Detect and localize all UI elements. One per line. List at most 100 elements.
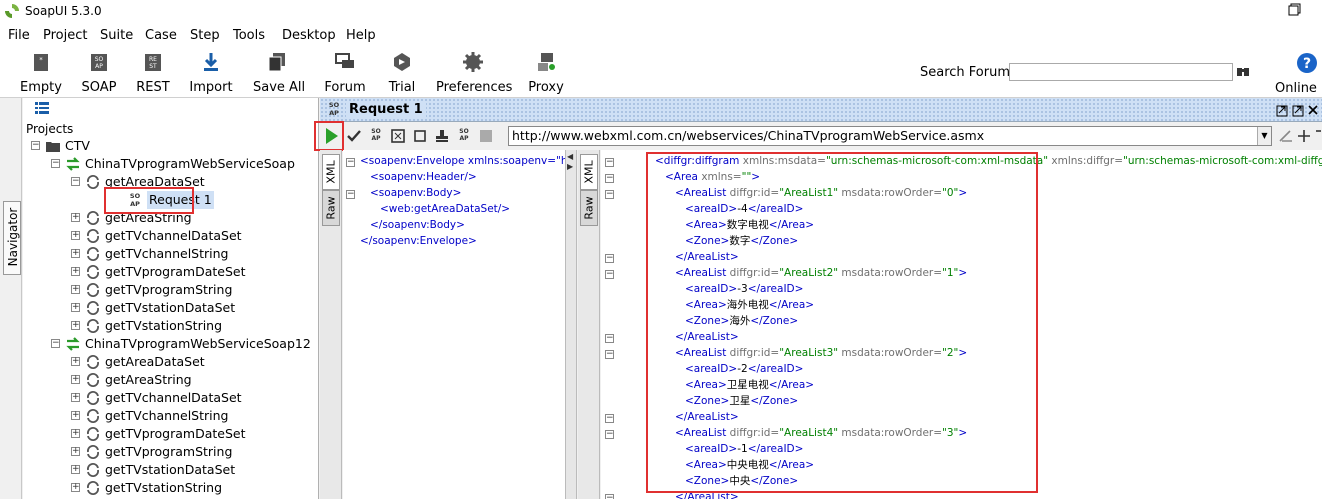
expand-icon[interactable]: + <box>71 321 80 330</box>
edit-endpoint-icon[interactable] <box>1278 128 1294 144</box>
endpoint-url-select[interactable]: http://www.webxml.com.cn/webservices/Chi… <box>508 126 1272 146</box>
online-help-button[interactable]: ? Online Help <box>1272 49 1322 95</box>
response-xml-editor[interactable]: − − − − − − − − − − <diffgr:diffgram xml… <box>601 150 1322 499</box>
menu-tools[interactable]: Tools <box>233 28 265 43</box>
chevron-left-icon[interactable]: ◀ <box>567 152 573 161</box>
tree-operation[interactable]: + getAreaDataSet <box>71 353 271 371</box>
tree-operation[interactable]: + getTVprogramString <box>71 443 271 461</box>
operation-icon <box>87 427 99 441</box>
fold-icon[interactable]: − <box>605 414 614 423</box>
stop-outline-icon[interactable] <box>412 128 428 144</box>
fold-icon[interactable]: − <box>605 494 614 499</box>
stamp-icon[interactable] <box>434 128 450 144</box>
forum-button[interactable]: Forum <box>323 49 367 95</box>
stop-icon[interactable] <box>478 128 494 144</box>
save-all-button[interactable]: Save All <box>253 49 305 95</box>
fold-icon[interactable]: − <box>605 350 614 359</box>
empty-project-button[interactable]: * Empty <box>20 49 62 95</box>
tree-operation[interactable]: + getAreaString <box>71 371 271 389</box>
window-controls-icon[interactable] <box>1275 102 1319 118</box>
tree-interface-soap[interactable]: − ChinaTVprogramWebServiceSoap <box>51 155 316 173</box>
rest-project-button[interactable]: RE ST REST <box>133 49 173 95</box>
import-button[interactable]: Import <box>188 49 234 95</box>
menu-help[interactable]: Help <box>346 28 376 43</box>
delete-icon[interactable] <box>1314 128 1322 144</box>
restore-window-icon[interactable] <box>1288 3 1302 17</box>
tree-operation[interactable]: + getTVprogramDateSet <box>71 263 271 281</box>
add-icon[interactable] <box>1296 128 1312 144</box>
expand-icon[interactable]: + <box>71 267 80 276</box>
tree-operation[interactable]: + getTVprogramDateSet <box>71 425 271 443</box>
fold-icon[interactable]: − <box>605 174 614 183</box>
expand-icon[interactable]: + <box>71 303 80 312</box>
validate-icon[interactable] <box>346 128 362 144</box>
response-raw-tab[interactable]: Raw <box>580 190 598 226</box>
chevron-down-icon[interactable]: ▼ <box>1257 127 1271 145</box>
fold-icon[interactable]: − <box>605 158 614 167</box>
request-xml-editor[interactable]: − − <soapenv:Envelope xmlns:soapenv="ht … <box>343 150 565 499</box>
tree-operation[interactable]: + getAreaString <box>71 209 271 227</box>
expand-icon[interactable]: + <box>71 213 80 222</box>
run-request-icon[interactable] <box>320 122 342 150</box>
fold-icon[interactable]: − <box>605 190 614 199</box>
tree-operation[interactable]: + getTVprogramString <box>71 281 271 299</box>
expand-icon[interactable]: + <box>71 483 80 492</box>
expand-icon[interactable]: + <box>71 447 80 456</box>
request-raw-tab[interactable]: Raw <box>322 190 340 226</box>
tree-operation[interactable]: − getAreaDataSet <box>71 173 271 191</box>
list-view-icon[interactable] <box>35 102 49 114</box>
fold-icon[interactable]: − <box>346 158 355 167</box>
tree-operation[interactable]: + getTVstationString <box>71 479 271 497</box>
tree-operation[interactable]: + getTVchannelDataSet <box>71 389 271 407</box>
projects-root[interactable]: Projects <box>26 122 73 136</box>
fold-icon[interactable]: − <box>605 254 614 263</box>
expand-icon[interactable]: + <box>71 357 80 366</box>
fold-icon[interactable]: − <box>605 270 614 279</box>
expand-icon[interactable]: + <box>71 393 80 402</box>
search-binoculars-icon[interactable] <box>1236 64 1250 78</box>
tree-operation[interactable]: + getTVstationString <box>71 317 271 335</box>
preferences-button[interactable]: Preferences <box>436 49 512 95</box>
expand-icon[interactable]: + <box>71 375 80 384</box>
soap-icon[interactable]: SO AP <box>368 128 384 144</box>
tree-operation[interactable]: + getTVstationDataSet <box>71 299 271 317</box>
tree-operation[interactable]: + getTVchannelDataSet <box>71 227 271 245</box>
proxy-button[interactable]: Proxy <box>528 49 564 95</box>
collapse-icon[interactable]: − <box>31 141 40 150</box>
expand-icon[interactable]: + <box>71 465 80 474</box>
chevron-right-icon[interactable]: ▶ <box>567 162 573 171</box>
soap-project-button[interactable]: SO AP SOAP <box>78 49 120 95</box>
format-icon[interactable] <box>390 128 406 144</box>
fold-icon[interactable]: − <box>605 430 614 439</box>
collapse-icon[interactable]: − <box>51 339 60 348</box>
tree-interface-soap12[interactable]: − ChinaTVprogramWebServiceSoap12 <box>51 335 316 353</box>
expand-icon[interactable]: + <box>71 411 80 420</box>
fold-icon[interactable]: − <box>605 334 614 343</box>
menu-suite[interactable]: Suite <box>100 28 133 43</box>
collapse-icon[interactable]: − <box>71 177 80 186</box>
menu-file[interactable]: File <box>8 28 30 43</box>
search-forum-input[interactable] <box>1009 63 1233 81</box>
tree-operation[interactable]: + getTVchannelString <box>71 407 271 425</box>
response-xml-tab[interactable]: XML <box>580 154 598 190</box>
navigator-tab[interactable]: Navigator <box>3 201 21 275</box>
menu-project[interactable]: Project <box>43 28 87 43</box>
fold-icon[interactable]: − <box>346 190 355 199</box>
expand-icon[interactable]: + <box>71 429 80 438</box>
pane-splitter[interactable]: ◀ ▶ <box>565 150 577 499</box>
request-xml-tab[interactable]: XML <box>322 154 340 190</box>
menu-step[interactable]: Step <box>190 28 220 43</box>
collapse-icon[interactable]: − <box>51 159 60 168</box>
tree-request-1[interactable]: SO AP Request 1 <box>107 191 227 209</box>
menu-case[interactable]: Case <box>145 28 177 43</box>
proxy-icon <box>538 53 555 71</box>
expand-icon[interactable]: + <box>71 249 80 258</box>
trial-button[interactable]: Trial <box>386 49 418 95</box>
expand-icon[interactable]: + <box>71 285 80 294</box>
tree-operation[interactable]: + getTVstationDataSet <box>71 461 271 479</box>
menu-desktop[interactable]: Desktop <box>282 28 336 43</box>
expand-icon[interactable]: + <box>71 231 80 240</box>
tree-project-ctv[interactable]: − CTV <box>31 137 311 155</box>
soap-icon[interactable]: SO AP <box>456 128 472 144</box>
tree-operation[interactable]: + getTVchannelString <box>71 245 271 263</box>
